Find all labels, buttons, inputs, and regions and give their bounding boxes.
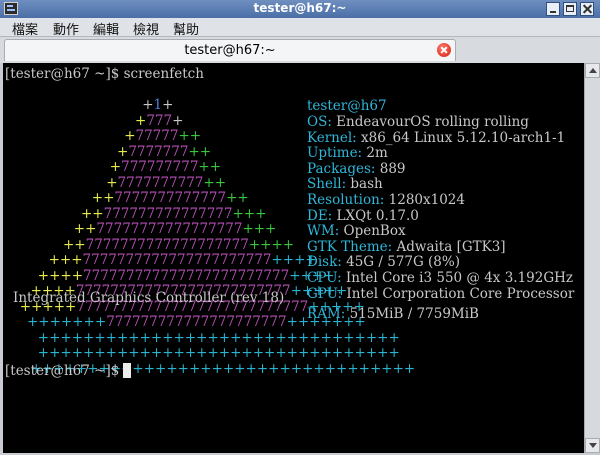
info-key: CPU: [307, 270, 342, 286]
menu-file[interactable]: 檔案 [12, 19, 38, 38]
text-cursor [123, 363, 131, 378]
info-row: Uptime: 2m [307, 145, 388, 161]
menu-actions[interactable]: 動作 [53, 19, 79, 38]
info-value: EndeavourOS rolling rolling [331, 114, 529, 130]
info-row: Packages: 889 [307, 161, 406, 177]
logo-row: ++7777777777777++ [91, 190, 249, 206]
terminal-scrollbar[interactable] [584, 63, 600, 453]
window-titlebar[interactable]: tester@h67:~ [0, 0, 600, 18]
info-row: OS: EndeavourOS rolling rolling [307, 114, 529, 130]
info-row: GTK Theme: Adwaita [GTK3] [307, 239, 506, 255]
scroll-up-arrow-icon[interactable] [585, 63, 600, 78]
logo-row: +++7777777777777777777777++++ [48, 252, 317, 268]
info-row: Resolution: 1280x1024 [307, 192, 465, 208]
info-key: Uptime: [307, 145, 363, 162]
info-row-ram: RAM: 515MiB / 7759MiB [307, 306, 479, 322]
logo-row: +777777777++ [109, 159, 222, 175]
scroll-down-arrow-icon[interactable] [585, 438, 600, 453]
logo-row: +7777777777++ [106, 174, 227, 191]
info-row: Shell: bash [307, 176, 383, 192]
info-key: GPU: [307, 285, 343, 302]
menu-help[interactable]: 幫助 [173, 19, 199, 38]
logo-row: ++777777777777777+++ [81, 205, 267, 222]
info-value: OpenBox [339, 223, 406, 240]
info-value: 889 [375, 160, 406, 177]
logo-row: +777+ [135, 112, 184, 129]
info-value: 45G / 577G (8%) [341, 254, 460, 271]
logo-row: ++++777777777777777777777777++++ [37, 267, 335, 284]
menu-edit[interactable]: 編輯 [93, 19, 119, 38]
menu-bar: 檔案 動作 編輯 檢視 幫助 [0, 18, 600, 38]
info-key: DE: [307, 207, 333, 224]
info-row: DE: LXQt 0.17.0 [307, 208, 419, 224]
info-key: Disk: [307, 254, 342, 271]
info-value: 515MiB / 7759MiB [349, 306, 479, 322]
maximize-button[interactable] [563, 2, 577, 16]
logo-row: +77777++ [124, 128, 202, 144]
user-host: tester@h67 [307, 98, 387, 114]
info-value: 1280x1024 [384, 192, 465, 208]
shell-prompt: [tester@h67 ~]$ [5, 363, 120, 379]
info-row: WM: OpenBox [307, 223, 406, 239]
minimize-button[interactable] [546, 2, 560, 16]
info-key: Resolution: [307, 192, 385, 208]
logo-row: ++77777777777777777+++ [73, 221, 277, 237]
info-row: Disk: 45G / 577G (8%) [307, 254, 460, 270]
gpu-overlay-text: Integrated Graphics Controller (rev 18) [13, 290, 285, 306]
logo-row: +1+ [142, 97, 174, 113]
tab-title: tester@h67:~ [184, 43, 276, 58]
window-title: tester@h67:~ [253, 1, 347, 15]
info-value: Intel Core i3 550 @ 4x 3.192GHz [341, 270, 574, 286]
command-line: [tester@h67 ~]$ screenfetch [5, 66, 204, 82]
info-key: GTK Theme: [307, 238, 393, 255]
tab-bar: tester@h67:~ [0, 37, 600, 63]
info-row: CPU: Intel Core i3 550 @ 4x 3.192GHz [307, 270, 573, 286]
logo-row: +7777777++ [117, 143, 212, 160]
close-tab-icon[interactable] [437, 43, 451, 57]
logo-row: ++++++++++++++++++++++++++++++++ [37, 345, 400, 361]
logo-row: ++7777777777777777777++++ [63, 236, 295, 253]
info-key: RAM: [307, 306, 346, 322]
info-key: OS: [307, 114, 332, 130]
logo-row: ++++++++++++++++++++++++++++++++ [37, 329, 400, 346]
info-value: LXQt 0.17.0 [332, 207, 419, 224]
info-row: GPU: Intel Corporation Core Processor [307, 286, 574, 302]
info-key: Shell: [307, 176, 347, 193]
info-value: Adwaita [GTK3] [392, 238, 506, 255]
info-value: x86_64 Linux 5.12.10-arch1-1 [356, 129, 566, 146]
info-key: WM: [307, 223, 340, 240]
info-key: Packages: [307, 160, 376, 177]
terminal-output[interactable]: [tester@h67 ~]$ screenfetch +1+ +777+ +777… [3, 63, 584, 453]
prompt: [tester@h67 ~]$ [5, 66, 120, 82]
info-value: bash [346, 176, 383, 193]
command: screenfetch [119, 66, 204, 82]
info-row: Kernel: x86_64 Linux 5.12.10-arch1-1 [307, 130, 565, 146]
info-value: 2m [362, 145, 388, 162]
menu-view[interactable]: 檢視 [133, 19, 159, 38]
info-key: Kernel: [307, 129, 357, 146]
info-value: Intel Corporation Core Processor [342, 285, 575, 302]
tab-terminal[interactable]: tester@h67:~ [4, 39, 456, 61]
close-window-button[interactable] [580, 2, 594, 16]
